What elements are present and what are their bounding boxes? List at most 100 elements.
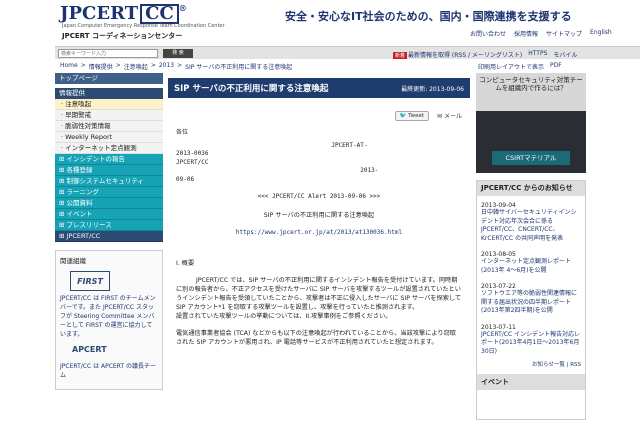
logo-subtitle: Japan Computer Emergency Response Team C… <box>62 23 225 29</box>
sidebar-cat-publications[interactable]: ⊞ 公開資料 <box>55 198 163 209</box>
sidebar-item-weekly[interactable]: · Weekly Report <box>55 132 163 143</box>
sidebar-item-label: インターネット定点観測 <box>65 144 137 152</box>
utility-links: 新着 最新情報を取得 (RSS / メーリングリスト) HTTPS モバイル <box>393 50 577 59</box>
sidebar-cat-label: イベント <box>66 210 93 218</box>
article-title-bar: SIP サーバの不正利用に関する注意喚起 最終更新: 2013-09-06 <box>168 78 470 98</box>
csirt-material-button[interactable]: CSIRTマテリアル <box>492 151 570 165</box>
list-item[interactable]: 2013-09-04 日中韓サイバーセキュリティインシデント対応年次会合に係る … <box>477 196 585 245</box>
last-updated: 最終更新: 2013-09-06 <box>401 85 464 93</box>
jpcert-logo[interactable]: JPCERT CC ® <box>60 3 187 24</box>
sidebar-item-label: Weekly Report <box>65 133 113 141</box>
overview-paragraph-3: 電気通信事業者協会 (TCA) などからも以下の注意喚起が行われていることから、… <box>176 330 456 346</box>
breadcrumb-home[interactable]: Home <box>60 62 78 71</box>
news-date: 2013-09-04 <box>481 202 516 209</box>
site-tagline: 安全・安心なIT社会のための、国内・国際連携を支援する <box>285 10 572 23</box>
share-buttons: 🐦 Tweet ✉ メール <box>168 111 462 121</box>
news-date: 2013-08-05 <box>481 251 516 258</box>
logo-registered: ® <box>178 3 187 13</box>
overview-paragraph-2: 設置されていた攻撃ツールの挙動については、II.攻撃事例をご参照ください。 <box>176 313 392 320</box>
search-button[interactable]: 検 索 <box>163 49 193 58</box>
overview-paragraph: JPCERT/CC では、SIP サーバの不正利用に関するインシデント報告を受付… <box>176 277 462 311</box>
breadcrumb-year[interactable]: 2013 <box>159 62 174 71</box>
https-link[interactable]: HTTPS <box>528 50 547 59</box>
recruit-link[interactable]: 採用情報 <box>514 29 538 38</box>
alert-url-link[interactable]: https://www.jpcert.or.jp/at/2013/at13003… <box>176 229 462 238</box>
main-content: SIP サーバの不正利用に関する注意喚起 最終更新: 2013-09-06 🐦 … <box>168 78 470 426</box>
news-text[interactable]: ソフトウエア等の脆弱性関連情報に関する届出状況の四半期レポート(2013年第2四… <box>481 290 581 316</box>
mail-label: メール <box>443 113 462 120</box>
search-input[interactable] <box>58 49 158 58</box>
list-item[interactable]: 2013-08-05 インターネット定点観測レポート(2013年 4〜6月)を公… <box>477 245 585 277</box>
sidebar-cat-press[interactable]: ⊞ プレスリリース <box>55 220 163 231</box>
sidebar-cat-label: 制御システムセキュリティ <box>66 177 144 185</box>
print-layout-link[interactable]: 印刷用レイアウトで表示 <box>478 62 544 71</box>
sidebar-item-label: 注意喚起 <box>65 100 92 108</box>
news-text[interactable]: 日中韓サイバーセキュリティインシデント対応年次会合に係る JPCERT/CC、C… <box>481 209 581 243</box>
news-box: JPCERT/CC からのお知らせ 2013-09-04 日中韓サイバーセキュリ… <box>476 180 586 420</box>
pdf-link[interactable]: PDF <box>550 62 562 71</box>
search-bar: 検 索 新着最新情報を取得 (RSS / メーリングリスト) HTTPS モバイ… <box>55 46 640 59</box>
sidebar-cat-label: 各種登録 <box>66 166 93 174</box>
page-title: SIP サーバの不正利用に関する注意喚起 <box>174 84 329 94</box>
apcert-description[interactable]: JPCERT/CC は APCERT の議長チーム <box>60 362 158 380</box>
rss-link[interactable]: 新着 最新情報を取得 (RSS / メーリングリスト) <box>393 50 522 59</box>
sidebar-item-label: 早期警戒 <box>65 111 92 119</box>
breadcrumb-info[interactable]: 情報提供 <box>89 62 113 71</box>
document-header-block: JPCERT-AT- 2013-0036 JPCERT/CC 2013- 09-… <box>176 141 379 183</box>
contact-link[interactable]: お問い合わせ <box>470 29 506 38</box>
news-title: JPCERT/CC からのお知らせ <box>477 181 585 196</box>
tweet-label: Tweet <box>408 113 425 119</box>
sidebar-item-early-warning[interactable]: · 早期警戒 <box>55 110 163 121</box>
related-orgs-box: 関連組織 FIRST JPCERT/CC は FIRST のチームメンバーです。… <box>55 250 163 390</box>
sitemap-link[interactable]: サイトマップ <box>546 29 582 38</box>
mobile-link[interactable]: モバイル <box>553 50 577 59</box>
english-link[interactable]: English <box>590 29 612 38</box>
left-sidebar: トップページ 情報提供 · 注意喚起 · 早期警戒 · 脆弱性対策情報 · We… <box>55 73 163 426</box>
sidebar-top-page[interactable]: トップページ <box>55 73 163 84</box>
new-badge: 新着 <box>393 52 408 59</box>
right-column: コンピュータセキュリティ対策チームを組織内で作るには？ CSIRTマテリアル J… <box>476 73 586 426</box>
logo-japanese-name: JPCERT コーディネーションセンター <box>62 32 183 40</box>
logo-cc: CC <box>140 4 179 24</box>
sidebar-cat-label: プレスリリース <box>66 221 112 229</box>
banner-text: コンピュータセキュリティ対策チームを組織内で作るには？ <box>476 73 586 111</box>
sidebar-cat-events[interactable]: ⊞ イベント <box>55 209 163 220</box>
breadcrumb-current: SIP サーバの不正利用に関する注意喚起 <box>185 64 293 71</box>
sidebar-cat-learning[interactable]: ⊞ ラーニング <box>55 187 163 198</box>
events-title: イベント <box>477 374 585 390</box>
news-text[interactable]: インターネット定点観測レポート(2013年 4〜6月)を公開 <box>481 258 581 275</box>
apcert-logo[interactable]: APCERT <box>72 345 118 359</box>
sidebar-item-observation[interactable]: · インターネット定点観測 <box>55 143 163 154</box>
list-item[interactable]: 2013-07-11 JPCERT/CC インシデント報告対応レポート(2013… <box>477 318 585 359</box>
tweet-button[interactable]: 🐦 Tweet <box>394 111 430 121</box>
related-orgs-title: 関連組織 <box>60 257 86 265</box>
sidebar-section-info[interactable]: 情報提供 <box>55 88 163 99</box>
breadcrumb-separator: > <box>177 62 183 69</box>
sidebar-item-label: 脆弱性対策情報 <box>65 122 111 130</box>
alert-name: SIP サーバの不正利用に関する注意喚起 <box>263 211 375 219</box>
greeting: 各位 <box>176 129 189 136</box>
news-list-rss-link[interactable]: お知らせ一覧 | RSS <box>477 358 585 370</box>
news-date: 2013-07-11 <box>481 323 516 331</box>
sidebar-cat-ics[interactable]: ⊞ 制御システムセキュリティ <box>55 176 163 187</box>
sidebar-cat-jpcert[interactable]: ⊞ JPCERT/CC <box>55 231 163 242</box>
news-text[interactable]: JPCERT/CC インシデント報告対応レポート(2013年4月1日〜2013年… <box>481 331 581 357</box>
breadcrumb-separator: > <box>115 62 121 69</box>
csirt-banner[interactable]: コンピュータセキュリティ対策チームを組織内で作るには？ CSIRTマテリアル <box>476 73 586 173</box>
alert-title: <<< JPCERT/CC Alert 2013-09-06 >>> <box>257 193 381 200</box>
sidebar-cat-incident[interactable]: ⊞ インシデントの報告 <box>55 154 163 165</box>
list-item[interactable]: 2013-07-22 ソフトウエア等の脆弱性関連情報に関する届出状況の四半期レポ… <box>477 277 585 318</box>
breadcrumb: Home > 情報提供 > 注意喚起 > 2013 > SIP サーバの不正利用に関する… <box>60 62 292 71</box>
first-description[interactable]: JPCERT/CC は FIRST のチームメンバーです。また JPCERT/C… <box>60 294 158 339</box>
breadcrumb-separator: > <box>80 62 86 69</box>
breadcrumb-alert[interactable]: 注意喚起 <box>124 62 148 71</box>
news-date: 2013-07-22 <box>481 283 516 290</box>
sidebar-item-vuln[interactable]: · 脆弱性対策情報 <box>55 121 163 132</box>
sidebar-item-alerts[interactable]: · 注意喚起 <box>55 99 163 110</box>
sidebar-cat-registration[interactable]: ⊞ 各種登録 <box>55 165 163 176</box>
site-header: JPCERT CC ® Japan Computer Emergency Respo… <box>0 0 640 44</box>
first-logo[interactable]: FIRST <box>70 271 110 291</box>
section-heading: I. 概要 <box>176 260 195 267</box>
logo-main: JPCERT <box>60 3 139 24</box>
mail-link[interactable]: ✉ メール <box>437 111 462 121</box>
